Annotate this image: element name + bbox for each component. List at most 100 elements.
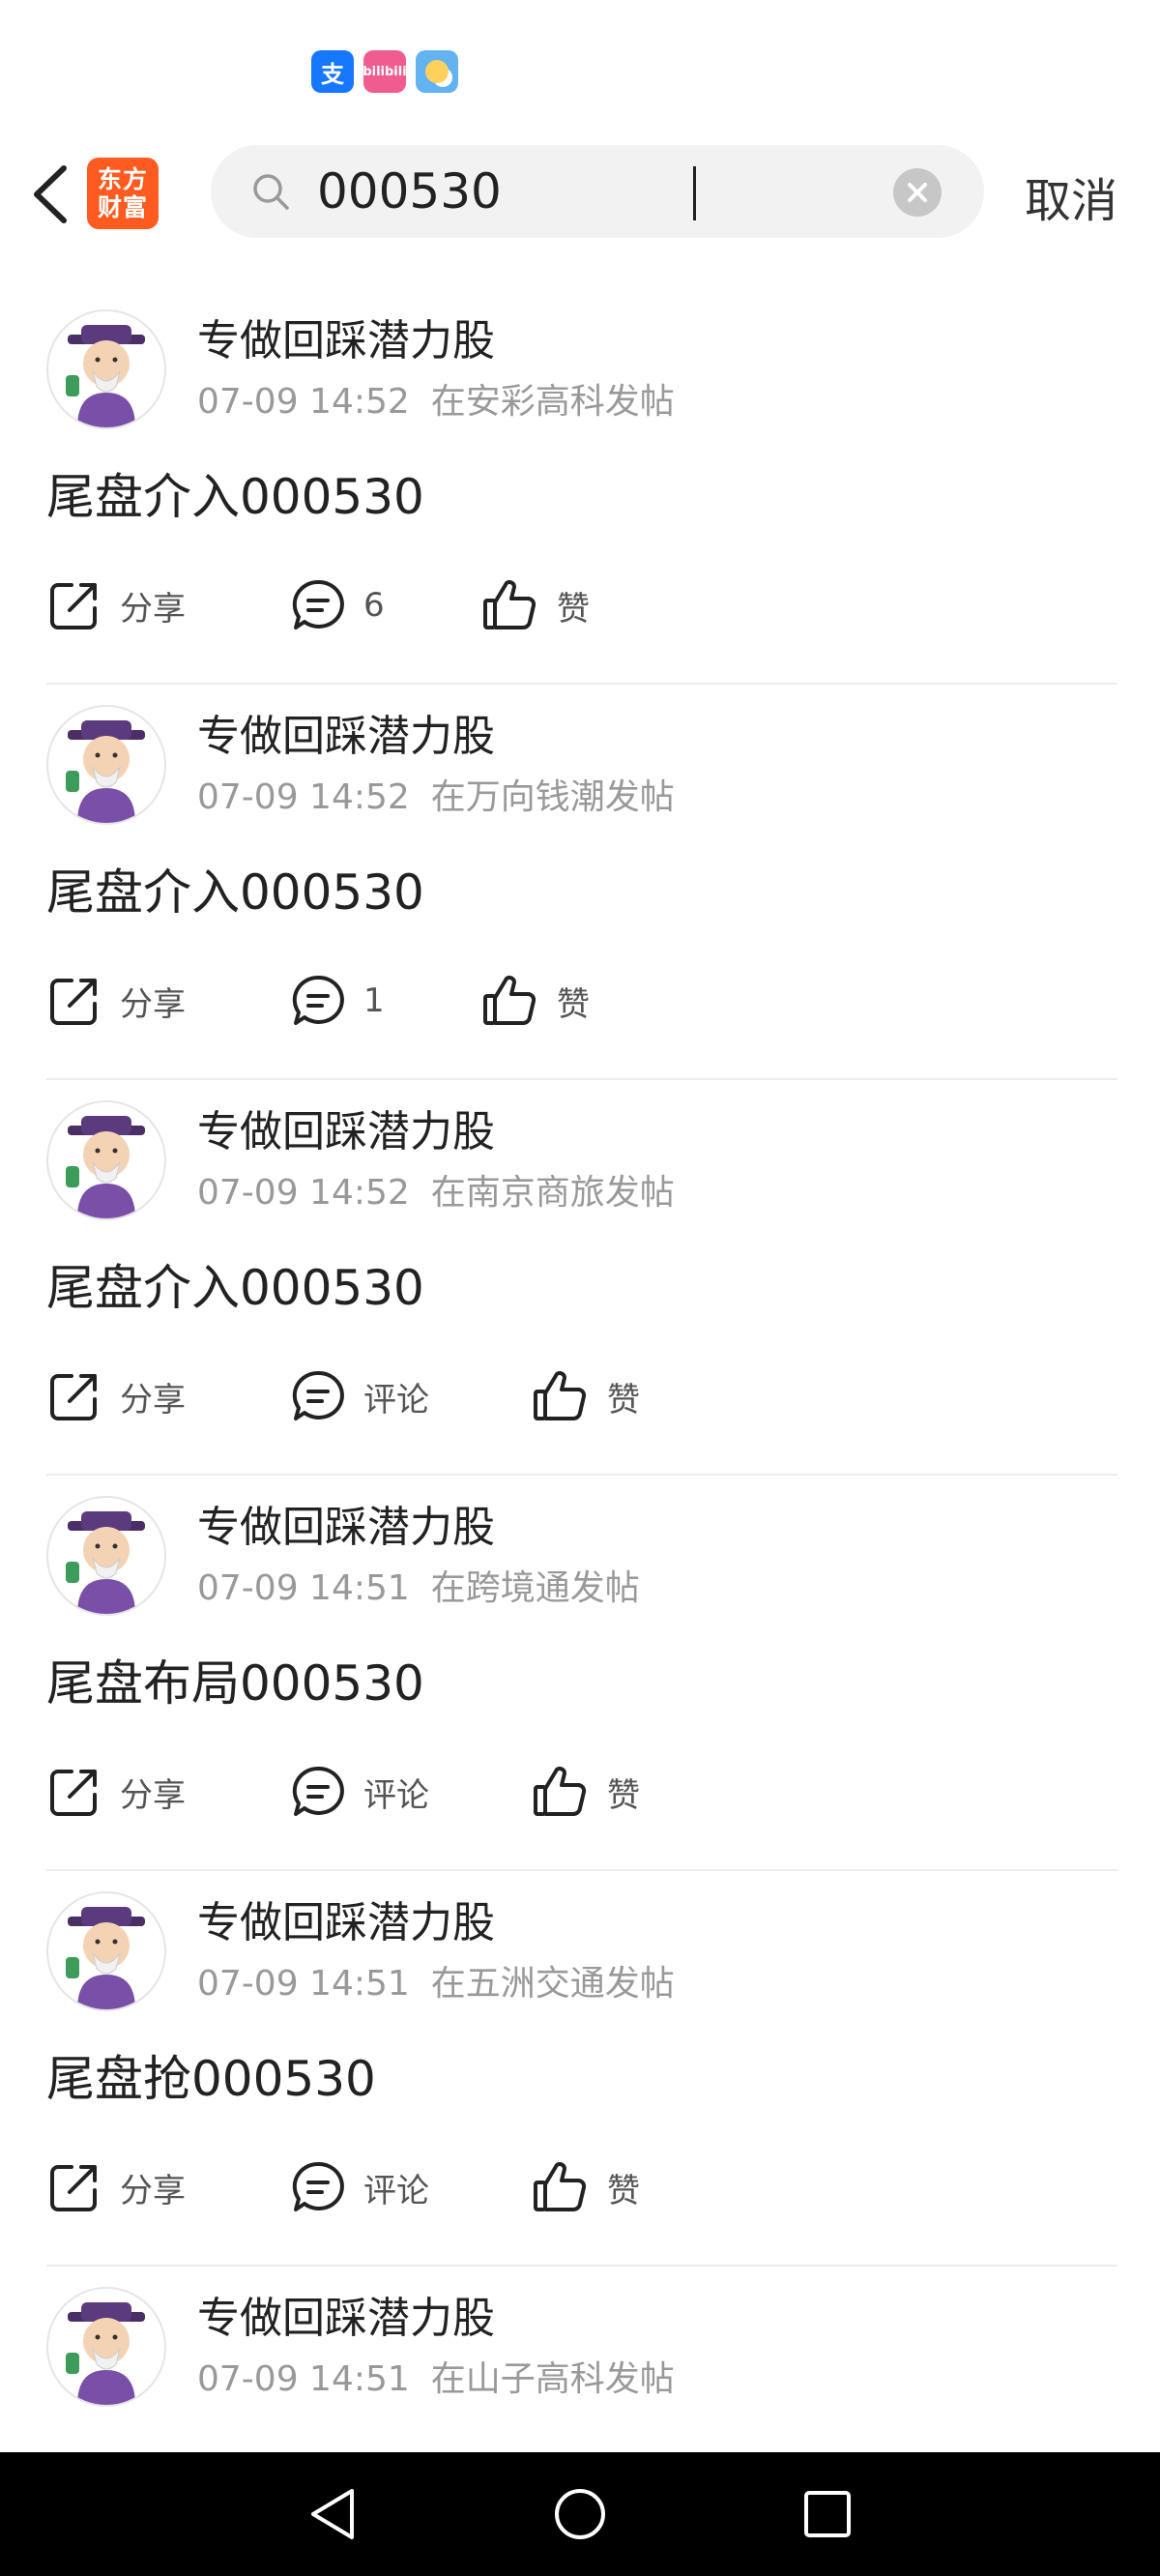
share-button[interactable]: 分享: [46, 966, 186, 1036]
thumbs-up-icon: [534, 2162, 587, 2212]
text-caret: [693, 166, 696, 220]
comment-icon: [292, 579, 344, 629]
sun-shape: [425, 60, 449, 83]
thumbs-up-icon: [483, 976, 536, 1026]
post-time: 07-09 14:51: [197, 1964, 410, 2004]
bilibili-icon: bilibili: [362, 50, 407, 93]
post-content[interactable]: 尾盘介入000530: [46, 854, 424, 923]
avatar[interactable]: [46, 1891, 166, 2011]
share-icon: [50, 1770, 97, 1816]
comment-icon: [292, 1766, 344, 1816]
comment-label: 评论: [363, 1380, 429, 1420]
avatar[interactable]: [46, 2287, 166, 2407]
share-icon: [50, 1374, 97, 1420]
comment-button[interactable]: 1: [290, 966, 385, 1036]
post-author[interactable]: 专做回踩潜力股: [197, 1097, 495, 1158]
post-divider: [46, 1869, 1117, 1871]
like-button[interactable]: 赞: [532, 1757, 640, 1827]
comment-button[interactable]: 6: [290, 571, 385, 640]
post-item[interactable]: 专做回踩潜力股 07-09 14:52 在南京商旅发帖 尾盘介入000530 分享…: [46, 1081, 1117, 1476]
post-location[interactable]: 在五洲交通发帖: [431, 1964, 675, 2004]
post-content[interactable]: 尾盘介入000530: [46, 458, 424, 528]
post-item[interactable]: 专做回踩潜力股 07-09 14:52 在安彩高科发帖 尾盘介入000530 分享…: [46, 290, 1117, 685]
comment-icon: [292, 1370, 344, 1420]
like-label: 赞: [607, 1380, 640, 1420]
nav-recents-button[interactable]: [793, 2479, 862, 2549]
post-time: 07-09 14:52: [197, 777, 410, 817]
post-location[interactable]: 在安彩高科发帖: [431, 382, 675, 422]
thumbs-up-icon: [534, 1371, 587, 1421]
post-author[interactable]: 专做回踩潜力股: [197, 2283, 495, 2345]
avatar[interactable]: [46, 705, 166, 825]
share-button[interactable]: 分享: [46, 571, 186, 640]
god-of-wealth-avatar-icon: [66, 1907, 145, 2009]
thumbs-up-icon: [534, 1767, 587, 1817]
post-meta: 07-09 14:52 在南京商旅发帖: [197, 1164, 675, 1215]
app-logo[interactable]: 东方 财富: [87, 158, 159, 229]
post-location[interactable]: 在万向钱潮发帖: [431, 777, 675, 817]
comment-button[interactable]: 评论: [290, 2152, 429, 2222]
post-time: 07-09 14:52: [197, 382, 410, 422]
share-label: 分享: [120, 984, 186, 1024]
like-button[interactable]: 赞: [532, 1361, 640, 1431]
post-location[interactable]: 在南京商旅发帖: [431, 1173, 675, 1213]
post-actions: 分享 1 赞: [46, 966, 820, 1036]
back-button[interactable]: [21, 161, 79, 228]
share-icon: [50, 583, 97, 629]
post-meta: 07-09 14:52 在安彩高科发帖: [197, 373, 675, 424]
like-label: 赞: [557, 984, 590, 1024]
notification-icons: 支 bilibili: [311, 50, 458, 93]
like-button[interactable]: 赞: [532, 2152, 640, 2222]
post-location[interactable]: 在山子高科发帖: [431, 2359, 675, 2399]
avatar[interactable]: [46, 1496, 166, 1616]
comment-button[interactable]: 评论: [290, 1361, 429, 1431]
post-content[interactable]: 尾盘抢000530: [46, 2040, 376, 2110]
god-of-wealth-avatar-icon: [66, 1511, 145, 1614]
circle-home-icon: [555, 2489, 605, 2539]
share-label: 分享: [120, 589, 186, 629]
post-item[interactable]: 专做回踩潜力股 07-09 14:51 在五洲交通发帖 尾盘抢000530 分享 …: [46, 1872, 1117, 2267]
post-author[interactable]: 专做回踩潜力股: [197, 1888, 495, 1949]
like-label: 赞: [607, 1775, 640, 1815]
avatar[interactable]: [46, 1100, 166, 1220]
post-divider: [46, 683, 1117, 685]
nav-home-button[interactable]: [545, 2479, 615, 2549]
thumbs-up-icon: [483, 580, 536, 630]
clear-search-button[interactable]: [893, 168, 942, 217]
post-content[interactable]: 尾盘布局000530: [46, 1645, 424, 1714]
share-button[interactable]: 分享: [46, 2152, 186, 2222]
comment-label: 评论: [363, 1775, 429, 1815]
share-button[interactable]: 分享: [46, 1361, 186, 1431]
post-meta: 07-09 14:51 在五洲交通发帖: [197, 1955, 675, 2005]
comment-button[interactable]: 评论: [290, 1757, 429, 1827]
post-item[interactable]: 专做回踩潜力股 07-09 14:51 在跨境通发帖 尾盘布局000530 分享 …: [46, 1477, 1117, 1871]
like-button[interactable]: 赞: [481, 966, 590, 1036]
square-recents-icon: [804, 2491, 851, 2537]
post-author[interactable]: 专做回踩潜力股: [197, 1492, 495, 1554]
search-input[interactable]: [317, 162, 897, 220]
comment-icon: [292, 975, 344, 1025]
post-author[interactable]: 专做回踩潜力股: [197, 306, 495, 367]
share-label: 分享: [120, 2171, 186, 2210]
cancel-button[interactable]: 取消: [1025, 162, 1117, 230]
post-author[interactable]: 专做回踩潜力股: [197, 701, 495, 763]
post-content[interactable]: 尾盘介入000530: [46, 1249, 424, 1319]
close-icon: [908, 183, 927, 202]
post-actions: 分享 评论 赞: [46, 1757, 820, 1827]
search-box[interactable]: [211, 145, 984, 238]
post-item[interactable]: 专做回踩潜力股 07-09 14:52 在万向钱潮发帖 尾盘介入000530 分享…: [46, 686, 1117, 1080]
post-item[interactable]: 专做回踩潜力股 07-09 14:51 在山子高科发帖: [46, 2268, 1117, 2452]
avatar[interactable]: [46, 309, 166, 429]
post-divider: [46, 1474, 1117, 1476]
comment-label: 评论: [363, 2171, 429, 2210]
post-location[interactable]: 在跨境通发帖: [431, 1568, 640, 1608]
god-of-wealth-avatar-icon: [66, 720, 145, 823]
alipay-icon: 支: [311, 50, 354, 93]
share-button[interactable]: 分享: [46, 1757, 186, 1827]
comment-label: 6: [363, 586, 385, 625]
share-label: 分享: [120, 1380, 186, 1420]
like-button[interactable]: 赞: [481, 571, 590, 640]
comment-icon: [292, 2161, 344, 2211]
god-of-wealth-avatar-icon: [66, 2302, 145, 2405]
nav-back-button[interactable]: [298, 2479, 367, 2549]
